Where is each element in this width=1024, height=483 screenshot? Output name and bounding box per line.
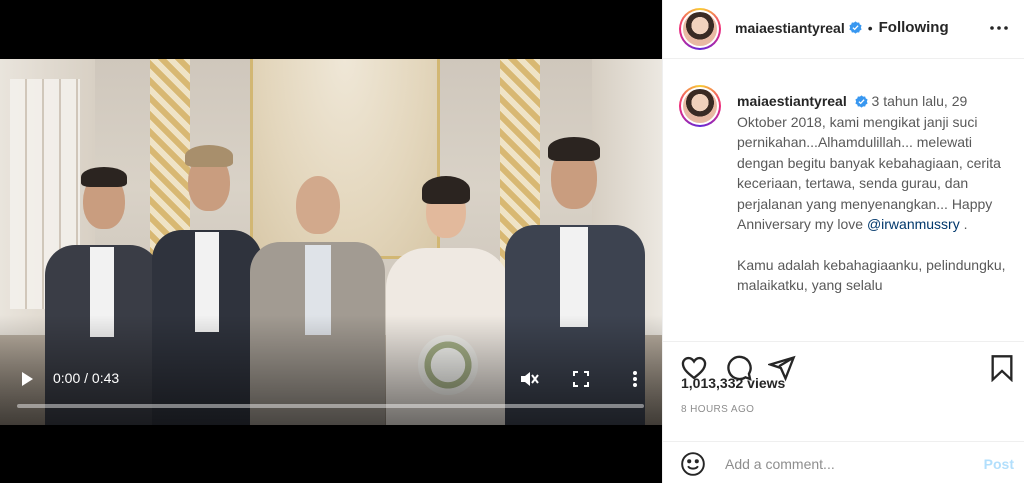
header-username[interactable]: maiaestiantyreal bbox=[735, 20, 845, 36]
save-button[interactable] bbox=[989, 354, 1017, 383]
emoji-icon bbox=[681, 452, 705, 476]
comment-form: Post bbox=[663, 441, 1024, 483]
caption-area: maiaestiantyreal 3 tahun lalu, 29 Oktobe… bbox=[663, 59, 1024, 341]
caption-text: maiaestiantyreal 3 tahun lalu, 29 Oktobe… bbox=[737, 91, 1007, 316]
post-header: maiaestiantyreal • Following bbox=[663, 0, 1024, 59]
fullscreen-button[interactable] bbox=[570, 368, 592, 390]
video-controls: 0:00 / 0:43 bbox=[0, 364, 662, 394]
caption-body: 3 tahun lalu, 29 Oktober 2018, kami meng… bbox=[737, 93, 1001, 232]
post-options-button[interactable] bbox=[988, 20, 1010, 36]
post-side-panel: maiaestiantyreal • Following maiaestiant… bbox=[662, 0, 1024, 483]
video-progress-bar[interactable] bbox=[17, 404, 644, 408]
fullscreen-icon bbox=[573, 371, 589, 387]
avatar[interactable] bbox=[679, 85, 721, 127]
caption-mention[interactable]: @irwanmussry bbox=[867, 216, 960, 232]
muted-speaker-icon bbox=[521, 372, 539, 386]
caption-mention-suffix: . bbox=[959, 216, 968, 232]
video-time: 0:00 / 0:43 bbox=[53, 370, 120, 386]
verified-badge-icon bbox=[849, 21, 862, 34]
avatar[interactable] bbox=[679, 8, 721, 50]
post-timestamp[interactable]: 8 HOURS AGO bbox=[681, 404, 754, 415]
header-user: maiaestiantyreal • Following bbox=[735, 19, 949, 36]
video-player[interactable]: 0:00 / 0:43 bbox=[0, 0, 662, 483]
more-vertical-icon bbox=[633, 371, 637, 387]
following-button[interactable]: Following bbox=[879, 19, 949, 36]
comment-input[interactable] bbox=[725, 452, 965, 476]
caption-paragraph: Kamu adalah kebahagiaanku, pelindungku, … bbox=[737, 256, 1006, 294]
emoji-button[interactable] bbox=[680, 451, 706, 477]
bookmark-icon bbox=[991, 355, 1013, 383]
caption-username[interactable]: maiaestiantyreal bbox=[737, 93, 847, 109]
play-icon bbox=[22, 372, 33, 386]
play-button[interactable] bbox=[16, 368, 38, 390]
separator-dot: • bbox=[867, 19, 873, 36]
post-comment-button[interactable]: Post bbox=[984, 456, 1014, 472]
view-count[interactable]: 1,013,332 views bbox=[681, 375, 785, 391]
video-options-button[interactable] bbox=[624, 368, 646, 390]
more-horizontal-icon bbox=[990, 26, 1008, 30]
mute-button[interactable] bbox=[518, 368, 540, 390]
verified-badge-icon bbox=[855, 95, 868, 108]
